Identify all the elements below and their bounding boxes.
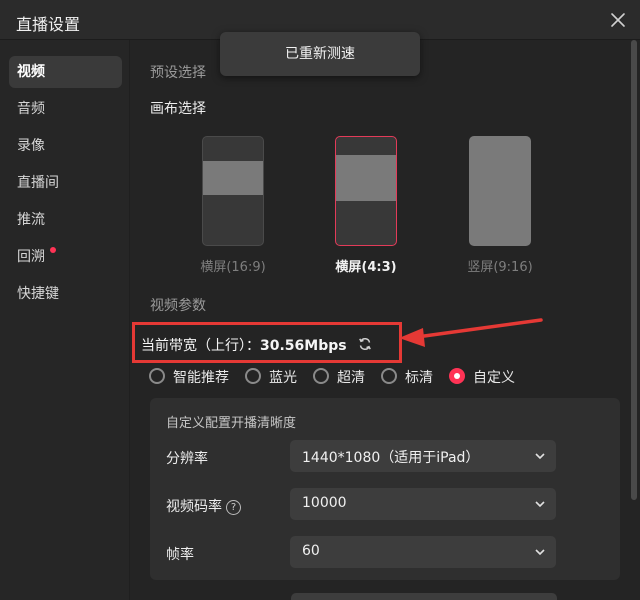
framerate-select[interactable]: 60 [290,536,556,568]
window-title: 直播设置 [16,15,81,34]
canvas-preview-area [203,161,263,195]
radio-indicator [313,368,329,384]
resolution-label: 分辨率 [166,451,208,467]
chevron-down-icon [535,549,545,556]
bandwidth-value: 30.56Mbps [260,338,347,354]
bandwidth-readout: 当前带宽（上行）：30.56Mbps [141,335,347,355]
canvas-select-label: 画布选择 [150,101,206,117]
sidebar-item-recording[interactable]: 录像 [9,130,122,162]
sidebar-item-shortcuts[interactable]: 快捷键 [9,278,122,310]
canvas-option-label: 横屏(16:9) [200,260,266,275]
sidebar: 视频 音频 录像 直播间 推流 回溯 快捷键 [0,40,130,600]
refresh-icon[interactable] [358,336,372,351]
resolution-select[interactable]: 1440*1080（适用于iPad） [290,440,556,472]
notification-dot [50,247,56,253]
sidebar-item-stream[interactable]: 推流 [9,204,122,236]
bitrate-value: 10000 [302,495,347,511]
sidebar-item-video[interactable]: 视频 [9,56,122,88]
annotation-arrow-icon [399,318,543,347]
chevron-down-icon [535,453,545,460]
radio-indicator [149,368,165,384]
canvas-option-landscape-4-3[interactable] [335,136,397,246]
canvas-option-label: 横屏(4:3) [335,260,397,275]
radio-indicator [245,368,261,384]
sidebar-item-replay[interactable]: 回溯 [9,241,122,273]
bandwidth-highlight-box: 当前带宽（上行）：30.56Mbps [132,322,402,363]
canvas-option-landscape-16-9[interactable] [202,136,264,246]
toast-notification: 已重新测速 [220,32,420,76]
bandwidth-label: 当前带宽（上行）： [141,338,260,354]
canvas-preview-area [336,155,396,201]
bitrate-label-row: 视频码率? [166,496,241,516]
help-icon[interactable]: ? [226,500,241,515]
next-field-partial [291,593,557,600]
canvas-option-label: 竖屏(9:16) [467,260,533,275]
resolution-value: 1440*1080（适用于iPad） [302,450,480,466]
custom-config-title: 自定义配置开播清晰度 [166,416,297,431]
framerate-label: 帧率 [166,547,194,563]
bitrate-label: 视频码率 [166,499,222,515]
radio-indicator [449,368,465,384]
preset-section-title: 预设选择 [150,65,206,81]
scrollbar[interactable] [631,40,637,500]
canvas-option-portrait-9-16[interactable] [469,136,531,246]
chevron-down-icon [535,501,545,508]
sidebar-item-audio[interactable]: 音频 [9,93,122,125]
sidebar-item-live-room[interactable]: 直播间 [9,167,122,199]
framerate-value: 60 [302,543,320,559]
close-icon[interactable] [608,10,628,30]
custom-config-panel: 自定义配置开播清晰度 分辨率 1440*1080（适用于iPad） 视频码率? … [150,398,620,580]
video-params-section-title: 视频参数 [150,298,206,314]
radio-indicator [381,368,397,384]
settings-content: 预设选择 画布选择 横屏(16:9) 横屏(4:3) 竖屏(9:16) 视频参数… [131,40,640,600]
bitrate-select[interactable]: 10000 [290,488,556,520]
